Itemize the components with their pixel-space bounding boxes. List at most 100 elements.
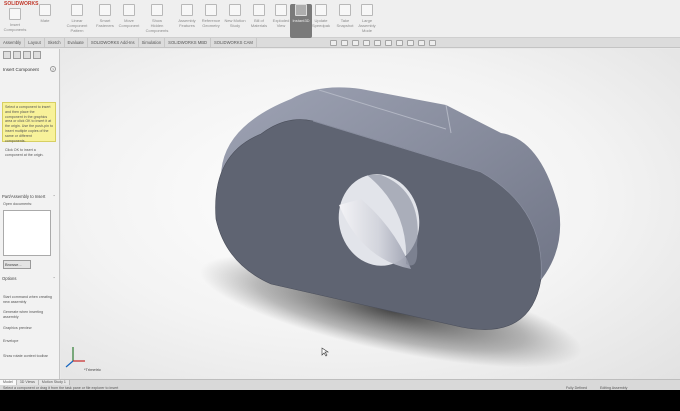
ribbon-button-label: Exploded View: [272, 18, 290, 28]
letterbox-bar: [0, 390, 680, 411]
ribbon-command-icon: [39, 4, 51, 16]
ribbon-button[interactable]: Instant3D: [290, 4, 312, 38]
ribbon-button[interactable]: Linear Component Pattern: [66, 4, 88, 38]
browse-button[interactable]: Browse...: [3, 260, 31, 269]
display-manager-icon[interactable]: [33, 51, 41, 59]
ribbon-command-icon: [99, 4, 111, 16]
ribbon-button-label: Linear Component Pattern: [66, 18, 88, 33]
ribbon-button-label: Large Assembly Mode: [358, 18, 376, 33]
zoom-to-fit-icon[interactable]: [330, 40, 337, 46]
property-manager-icon[interactable]: [13, 51, 21, 59]
options-section-header[interactable]: Options ⌃: [2, 276, 57, 281]
part-section-label: Part/Assembly to Insert: [2, 194, 46, 199]
tab-layout[interactable]: Layout: [25, 38, 45, 47]
triad-icon[interactable]: [65, 347, 85, 368]
ribbon-button-label: Bill of Materials: [250, 18, 268, 28]
ribbon-button[interactable]: Mate: [34, 4, 56, 38]
ribbon-button-label: Assembly Features: [178, 18, 196, 28]
previous-view-icon[interactable]: [352, 40, 359, 46]
ribbon-button[interactable]: Take Snapshot: [334, 4, 356, 38]
ribbon-button[interactable]: Reference Geometry: [200, 4, 222, 38]
ribbon-button[interactable]: Insert Components: [4, 8, 26, 42]
tab-sketch[interactable]: Sketch: [45, 38, 65, 47]
ribbon-button[interactable]: Show Hidden Components: [146, 4, 168, 38]
ribbon-command-icon: [361, 4, 373, 16]
ribbon-button[interactable]: Smart Fasteners: [94, 4, 116, 38]
ribbon-button[interactable]: Bill of Materials: [248, 4, 270, 38]
tab-assembly[interactable]: Assembly: [0, 38, 26, 47]
option-rotate-toolbar[interactable]: Show rotate context toolbar: [3, 354, 58, 359]
ribbon-button-label: Show Hidden Components: [145, 18, 169, 33]
view-settings-icon[interactable]: [429, 40, 436, 46]
edit-appearance-icon[interactable]: [407, 40, 414, 46]
ribbon-button[interactable]: New Motion Study: [224, 4, 246, 38]
view-orientation-icon[interactable]: [374, 40, 381, 46]
ribbon-command-icon: [253, 4, 265, 16]
ribbon-button[interactable]: Move Component: [118, 4, 140, 38]
apply-scene-icon[interactable]: [418, 40, 425, 46]
ribbon-command-icon: [205, 4, 217, 16]
tab-motion-study[interactable]: Motion Study 1: [38, 380, 70, 385]
part-section-header[interactable]: Part/Assembly to Insert ⌃: [2, 194, 57, 199]
section-view-icon[interactable]: [363, 40, 370, 46]
ribbon-command-icon: [339, 4, 351, 16]
ribbon-button[interactable]: Large Assembly Mode: [356, 4, 378, 38]
ribbon-button[interactable]: Assembly Features: [176, 4, 198, 38]
ribbon-button[interactable]: Exploded View: [270, 4, 292, 38]
chevron-up-icon: ⌃: [52, 194, 56, 199]
help-message-more: Click OK to insert a component at the or…: [5, 148, 44, 157]
option-generate[interactable]: Generate when inserting assembly: [3, 310, 58, 320]
open-documents-list[interactable]: [3, 210, 51, 256]
ribbon-command-icon: [151, 4, 163, 16]
tab-3d-views[interactable]: 3D Views: [16, 380, 39, 385]
mouse-cursor-icon: [321, 347, 329, 357]
panel-title: Insert Component: [3, 67, 39, 72]
ribbon-command-icon: [9, 8, 21, 20]
open-documents-label: Open documents:: [3, 202, 33, 206]
help-icon[interactable]: ?: [50, 66, 56, 72]
graphics-area[interactable]: *Trimetric: [61, 49, 680, 379]
tab-mbd[interactable]: SOLIDWORKS MBD: [165, 38, 212, 47]
ribbon-button-label: Instant3D: [292, 18, 310, 23]
options-section-label: Options: [2, 276, 17, 281]
ribbon-button[interactable]: Update Speedpak: [310, 4, 332, 38]
model-tabs: Model 3D Views Motion Study 1: [0, 380, 70, 385]
help-message-box: Select a component to insert and then pl…: [2, 102, 56, 157]
property-manager-panel: Insert Component ? Select a component to…: [0, 49, 60, 379]
ribbon-button-label: Update Speedpak: [311, 18, 330, 28]
ribbon-button-label: Mate: [40, 18, 50, 23]
option-start-command[interactable]: Start command when creating new assembly: [3, 295, 58, 305]
ribbon-button-label: New Motion Study: [224, 18, 246, 28]
tab-addins[interactable]: SOLIDWORKS Add-Ins: [88, 38, 139, 47]
panel-tabs: [3, 51, 41, 59]
tab-simulation[interactable]: Simulation: [139, 38, 166, 47]
heads-up-view-toolbar: [330, 40, 436, 46]
zoom-area-icon[interactable]: [341, 40, 348, 46]
help-message-text: Select a component to insert and then pl…: [5, 105, 53, 143]
view-orientation-label: *Trimetric: [84, 367, 101, 372]
feature-tree-icon[interactable]: [3, 51, 11, 59]
status-bar: Model 3D Views Motion Study 1 Select a c…: [0, 379, 680, 390]
tab-evaluate[interactable]: Evaluate: [65, 38, 88, 47]
ribbon-command-icon: [229, 4, 241, 16]
ribbon-command-icon: [71, 4, 83, 16]
chevron-up-icon: ⌃: [52, 276, 56, 281]
ribbon-button-label: Reference Geometry: [201, 18, 221, 28]
tab-cam[interactable]: SOLIDWORKS CAM: [211, 38, 257, 47]
ribbon-button-label: Move Component: [118, 18, 140, 28]
hide-show-icon[interactable]: [396, 40, 403, 46]
configuration-manager-icon[interactable]: [23, 51, 31, 59]
ribbon-command-icon: [181, 4, 193, 16]
ribbon-button-label: Smart Fasteners: [96, 18, 114, 28]
ribbon-command-icon: [295, 4, 307, 16]
solidworks-window: SOLIDWORKS Insert Components Mate Linear C…: [0, 0, 680, 390]
ribbon-command-icon: [123, 4, 135, 16]
ribbon-command-icon: [275, 4, 287, 16]
option-envelope[interactable]: Envelope: [3, 339, 58, 344]
display-style-icon[interactable]: [385, 40, 392, 46]
command-manager-ribbon: SOLIDWORKS Insert Components Mate Linear C…: [0, 0, 680, 38]
ribbon-command-icon: [315, 4, 327, 16]
option-graphics-preview[interactable]: Graphics preview: [3, 326, 58, 331]
tab-model[interactable]: Model: [0, 380, 17, 385]
part-model[interactable]: [61, 49, 680, 379]
